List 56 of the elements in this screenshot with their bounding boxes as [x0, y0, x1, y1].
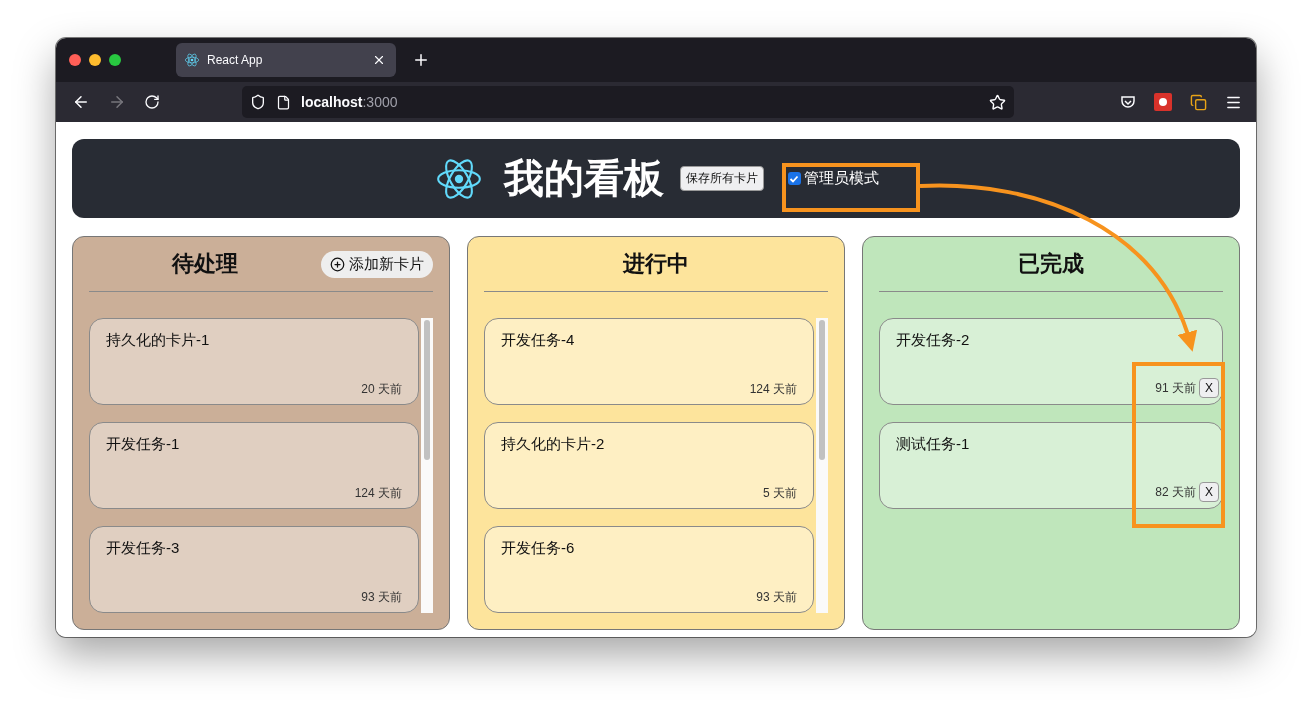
task-card[interactable]: 开发任务-3 93 天前 [89, 526, 419, 613]
extension-icon[interactable] [1154, 93, 1172, 111]
board-title: 我的看板 [503, 155, 664, 202]
bookmark-star-icon[interactable] [989, 93, 1006, 111]
page-icon [276, 94, 291, 110]
admin-checkbox[interactable] [787, 172, 801, 185]
new-tab-icon[interactable] [412, 51, 430, 69]
card-age: 91 天前 [1155, 379, 1196, 397]
plus-circle-icon [330, 256, 345, 272]
card-age: 82 天前 [1155, 483, 1196, 501]
back-icon[interactable] [72, 93, 90, 111]
task-card[interactable]: 持久化的卡片-2 5 天前 [484, 422, 814, 509]
column-title: 待处理 [170, 250, 239, 278]
add-card-button[interactable]: 添加新卡片 [321, 250, 433, 278]
card-age: 124 天前 [749, 381, 797, 398]
task-card[interactable]: 开发任务-6 93 天前 [484, 526, 814, 613]
column-title: 进行中 [622, 250, 690, 278]
delete-button[interactable]: X [1199, 378, 1219, 398]
card-age: 93 天前 [756, 589, 797, 606]
card-title: 持久化的卡片-2 [501, 435, 606, 454]
scrollbar[interactable] [421, 318, 433, 613]
card-title: 测试任务-1 [896, 435, 971, 454]
browser-tab[interactable]: React App [176, 43, 396, 77]
admin-mode-label: 管理员模式 [803, 169, 879, 188]
task-card[interactable]: 测试任务-1 82 天前 X [879, 422, 1223, 509]
close-window-icon[interactable] [69, 54, 81, 66]
save-button[interactable]: 保存所有卡片 [679, 166, 764, 191]
task-card[interactable]: 持久化的卡片-1 20 天前 [89, 318, 419, 405]
card-age: 93 天前 [361, 589, 402, 606]
card-title: 开发任务-4 [501, 331, 576, 350]
tab-title: React App [207, 53, 264, 67]
card-title: 开发任务-6 [501, 539, 576, 558]
task-card[interactable]: 开发任务-1 124 天前 [89, 422, 419, 509]
task-card[interactable]: 开发任务-2 91 天前 X [879, 318, 1223, 405]
card-title: 开发任务-3 [106, 539, 181, 558]
delete-button[interactable]: X [1199, 482, 1219, 502]
minimize-window-icon[interactable] [89, 54, 101, 66]
card-age: 5 天前 [763, 485, 797, 502]
card-title: 持久化的卡片-1 [106, 331, 211, 350]
card-title: 开发任务-2 [896, 331, 971, 350]
windows-icon[interactable] [1190, 93, 1207, 111]
scrollbar[interactable] [816, 318, 828, 613]
card-age: 124 天前 [354, 485, 402, 502]
column-title: 已完成 [1017, 250, 1085, 278]
card-age: 20 天前 [361, 381, 402, 398]
forward-icon[interactable] [108, 93, 126, 111]
address-bar[interactable]: localhost:3000 [242, 86, 1014, 118]
task-card[interactable]: 开发任务-4 124 天前 [484, 318, 814, 405]
pocket-icon[interactable] [1120, 94, 1136, 110]
close-icon[interactable] [372, 53, 386, 67]
react-logo-icon [184, 52, 200, 68]
shield-icon [250, 94, 266, 110]
card-title: 开发任务-1 [106, 435, 181, 454]
url-text: localhost:3000 [301, 94, 399, 110]
reload-icon[interactable] [144, 94, 160, 110]
maximize-window-icon[interactable] [109, 54, 121, 66]
